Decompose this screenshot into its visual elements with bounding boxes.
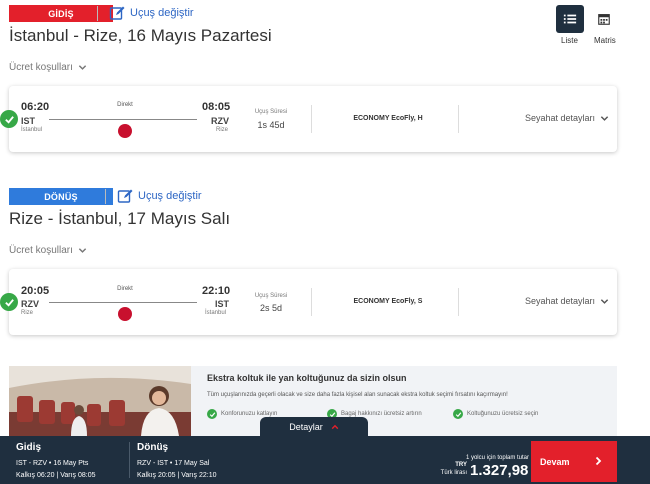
chevron-down-icon (78, 248, 87, 253)
travel-details-label: Seyahat detayları (525, 113, 596, 123)
departure-time: 20:05 (21, 285, 50, 297)
chevron-down-icon (78, 65, 87, 70)
airline-logo-icon (118, 124, 132, 138)
check-icon (453, 409, 463, 419)
chevron-down-icon (600, 115, 609, 121)
return-summary-route: RZV - IST • 17 May Sal (137, 460, 210, 467)
change-flight-label: Uçuş değiştir (138, 190, 202, 202)
airline-logo-icon (118, 307, 132, 321)
direct-label: Direkt (117, 102, 133, 108)
fare-conditions-label: Ücret koşulları (9, 62, 73, 73)
promo-feature: Koltuğunuzu ücretsiz seçin (453, 409, 538, 419)
change-return-flight-link[interactable]: Uçuş değiştir (117, 188, 202, 204)
divider (311, 105, 312, 133)
list-view-button[interactable] (556, 5, 584, 33)
chevron-right-icon (595, 456, 602, 466)
divider (458, 105, 459, 133)
check-icon (207, 409, 217, 419)
return-summary-title: Dönüş (137, 442, 169, 453)
outbound-summary-times: Kalkış 06:20 | Varış 08:05 (16, 472, 96, 479)
total-price: 1.327,98 (470, 462, 529, 479)
outbound-route-title: İstanbul - Rize, 16 Mayıs Pazartesi (9, 26, 272, 45)
promo-title: Ekstra koltuk ile yan koltuğunuz da sizi… (207, 373, 407, 383)
return-fare-conditions[interactable]: Ücret koşulları (9, 245, 87, 256)
duration-label: Uçuş Süresi (254, 293, 288, 299)
change-flight-label: Uçuş değiştir (130, 7, 194, 19)
arrival-airport-code: IST (215, 299, 230, 309)
chevron-down-icon (600, 298, 609, 304)
promo-feature-label: Koltuğunuzu ücretsiz seçin (467, 411, 539, 417)
outbound-fare-conditions[interactable]: Ücret koşulları (9, 62, 87, 73)
list-icon (563, 14, 577, 24)
arrival-time: 22:10 (202, 285, 231, 297)
change-outbound-flight-link[interactable]: Uçuş değiştir (109, 5, 194, 21)
matrix-view-button[interactable] (590, 5, 618, 33)
cabin-class: ECONOMY EcoFly, S (353, 298, 423, 305)
travel-details-toggle[interactable]: Seyahat detayları (525, 113, 609, 123)
flight-route-line (49, 119, 197, 120)
chevron-up-icon (331, 424, 339, 429)
total-price-label: 1 yolcu için toplam tutar (465, 455, 529, 461)
direct-label: Direkt (117, 286, 133, 292)
divider (129, 442, 130, 478)
continue-button[interactable]: Devam (531, 441, 617, 482)
arrival-airport-code: RZV (211, 116, 229, 126)
divider (105, 189, 106, 204)
promo-description: Tüm uçuşlarınızda geçerli olacak ve size… (207, 392, 508, 398)
cabin-photo (9, 366, 191, 436)
list-view-label: Liste (561, 36, 578, 45)
travel-details-label: Seyahat detayları (525, 296, 596, 306)
return-summary-times: Kalkış 20:05 | Varış 22:10 (137, 472, 217, 479)
matrix-view-label: Matris (594, 36, 616, 45)
flight-duration: 2s 5d (259, 303, 283, 313)
outbound-summary-title: Gidiş (16, 442, 42, 453)
departure-airport-code: IST (21, 116, 36, 126)
departure-airport-code: RZV (21, 299, 39, 309)
check-icon (0, 293, 18, 311)
currency-name: Türk lirası (440, 470, 467, 476)
arrival-time: 08:05 (202, 101, 231, 113)
outbound-flight-card[interactable]: 06:20 IST İstanbul Direkt 08:05 RZV Rize… (0, 86, 617, 152)
edit-icon (117, 189, 133, 203)
departure-city: Rize (21, 310, 34, 316)
arrival-city: Rize (216, 127, 229, 133)
flight-duration: 1s 45d (257, 120, 285, 130)
return-badge: DÖNÜŞ (9, 188, 113, 205)
return-route-title: Rize - İstanbul, 17 Mayıs Salı (9, 209, 231, 228)
currency-code: TRY (455, 462, 467, 468)
continue-button-label: Devam (540, 456, 570, 467)
divider (458, 288, 459, 316)
arrival-city: İstanbul (205, 310, 227, 316)
divider (97, 6, 98, 21)
return-flight-card[interactable]: 20:05 RZV Rize Direkt 22:10 IST İstanbul… (0, 269, 617, 335)
details-tab-label: Detaylar (289, 421, 323, 432)
departure-city: İstanbul (21, 127, 43, 133)
travel-details-toggle[interactable]: Seyahat detayları (525, 296, 609, 306)
outbound-summary-route: IST - RZV • 16 May Pts (16, 460, 89, 467)
footer-details-toggle[interactable]: Detaylar (260, 417, 368, 436)
departure-time: 06:20 (21, 101, 50, 113)
duration-label: Uçuş Süresi (254, 109, 288, 115)
fare-conditions-label: Ücret koşulları (9, 245, 73, 256)
calendar-icon (598, 14, 610, 25)
check-icon (0, 110, 18, 128)
edit-icon (109, 6, 125, 20)
cabin-class: ECONOMY EcoFly, H (353, 115, 423, 122)
divider (311, 288, 312, 316)
flight-route-line (49, 302, 197, 303)
